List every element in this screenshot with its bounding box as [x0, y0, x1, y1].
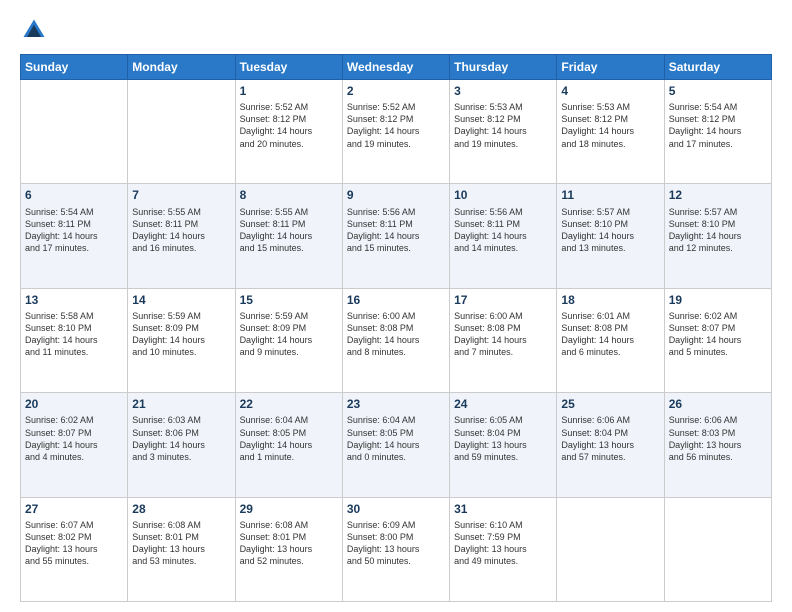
day-number: 4Sunrise: 5:53 AMSunset: 8:12 PMDaylight… — [561, 83, 659, 149]
day-number: 24Sunrise: 6:05 AMSunset: 8:04 PMDayligh… — [454, 396, 552, 462]
calendar-header-thursday: Thursday — [450, 55, 557, 80]
calendar-cell: 19Sunrise: 6:02 AMSunset: 8:07 PMDayligh… — [664, 288, 771, 392]
day-number: 28Sunrise: 6:08 AMSunset: 8:01 PMDayligh… — [132, 501, 230, 567]
calendar-cell — [664, 497, 771, 601]
day-number: 22Sunrise: 6:04 AMSunset: 8:05 PMDayligh… — [240, 396, 338, 462]
day-number: 23Sunrise: 6:04 AMSunset: 8:05 PMDayligh… — [347, 396, 445, 462]
calendar-cell — [557, 497, 664, 601]
day-number: 30Sunrise: 6:09 AMSunset: 8:00 PMDayligh… — [347, 501, 445, 567]
calendar-cell: 5Sunrise: 5:54 AMSunset: 8:12 PMDaylight… — [664, 80, 771, 184]
calendar-cell: 17Sunrise: 6:00 AMSunset: 8:08 PMDayligh… — [450, 288, 557, 392]
calendar-cell: 31Sunrise: 6:10 AMSunset: 7:59 PMDayligh… — [450, 497, 557, 601]
calendar-cell: 15Sunrise: 5:59 AMSunset: 8:09 PMDayligh… — [235, 288, 342, 392]
day-number: 29Sunrise: 6:08 AMSunset: 8:01 PMDayligh… — [240, 501, 338, 567]
calendar-cell: 23Sunrise: 6:04 AMSunset: 8:05 PMDayligh… — [342, 393, 449, 497]
day-number: 21Sunrise: 6:03 AMSunset: 8:06 PMDayligh… — [132, 396, 230, 462]
day-number: 3Sunrise: 5:53 AMSunset: 8:12 PMDaylight… — [454, 83, 552, 149]
day-number: 11Sunrise: 5:57 AMSunset: 8:10 PMDayligh… — [561, 187, 659, 253]
calendar-cell: 22Sunrise: 6:04 AMSunset: 8:05 PMDayligh… — [235, 393, 342, 497]
calendar-table: SundayMondayTuesdayWednesdayThursdayFrid… — [20, 54, 772, 602]
calendar-cell: 2Sunrise: 5:52 AMSunset: 8:12 PMDaylight… — [342, 80, 449, 184]
day-number: 20Sunrise: 6:02 AMSunset: 8:07 PMDayligh… — [25, 396, 123, 462]
calendar-week-3: 13Sunrise: 5:58 AMSunset: 8:10 PMDayligh… — [21, 288, 772, 392]
calendar-cell: 6Sunrise: 5:54 AMSunset: 8:11 PMDaylight… — [21, 184, 128, 288]
calendar-cell: 27Sunrise: 6:07 AMSunset: 8:02 PMDayligh… — [21, 497, 128, 601]
day-number: 19Sunrise: 6:02 AMSunset: 8:07 PMDayligh… — [669, 292, 767, 358]
calendar-cell: 1Sunrise: 5:52 AMSunset: 8:12 PMDaylight… — [235, 80, 342, 184]
calendar-header-friday: Friday — [557, 55, 664, 80]
calendar-week-5: 27Sunrise: 6:07 AMSunset: 8:02 PMDayligh… — [21, 497, 772, 601]
calendar-cell: 12Sunrise: 5:57 AMSunset: 8:10 PMDayligh… — [664, 184, 771, 288]
calendar-week-1: 1Sunrise: 5:52 AMSunset: 8:12 PMDaylight… — [21, 80, 772, 184]
calendar-cell: 16Sunrise: 6:00 AMSunset: 8:08 PMDayligh… — [342, 288, 449, 392]
calendar-cell: 8Sunrise: 5:55 AMSunset: 8:11 PMDaylight… — [235, 184, 342, 288]
day-number: 31Sunrise: 6:10 AMSunset: 7:59 PMDayligh… — [454, 501, 552, 567]
day-number: 17Sunrise: 6:00 AMSunset: 8:08 PMDayligh… — [454, 292, 552, 358]
day-number: 12Sunrise: 5:57 AMSunset: 8:10 PMDayligh… — [669, 187, 767, 253]
calendar-cell: 26Sunrise: 6:06 AMSunset: 8:03 PMDayligh… — [664, 393, 771, 497]
calendar-cell: 10Sunrise: 5:56 AMSunset: 8:11 PMDayligh… — [450, 184, 557, 288]
calendar-header-wednesday: Wednesday — [342, 55, 449, 80]
day-number: 2Sunrise: 5:52 AMSunset: 8:12 PMDaylight… — [347, 83, 445, 149]
calendar-header-tuesday: Tuesday — [235, 55, 342, 80]
day-number: 7Sunrise: 5:55 AMSunset: 8:11 PMDaylight… — [132, 187, 230, 253]
calendar-header-saturday: Saturday — [664, 55, 771, 80]
calendar-week-4: 20Sunrise: 6:02 AMSunset: 8:07 PMDayligh… — [21, 393, 772, 497]
day-number: 1Sunrise: 5:52 AMSunset: 8:12 PMDaylight… — [240, 83, 338, 149]
calendar-cell: 11Sunrise: 5:57 AMSunset: 8:10 PMDayligh… — [557, 184, 664, 288]
calendar-page: SundayMondayTuesdayWednesdayThursdayFrid… — [0, 0, 792, 612]
calendar-cell — [128, 80, 235, 184]
day-number: 6Sunrise: 5:54 AMSunset: 8:11 PMDaylight… — [25, 187, 123, 253]
calendar-cell: 28Sunrise: 6:08 AMSunset: 8:01 PMDayligh… — [128, 497, 235, 601]
calendar-cell: 7Sunrise: 5:55 AMSunset: 8:11 PMDaylight… — [128, 184, 235, 288]
day-number: 16Sunrise: 6:00 AMSunset: 8:08 PMDayligh… — [347, 292, 445, 358]
calendar-cell: 20Sunrise: 6:02 AMSunset: 8:07 PMDayligh… — [21, 393, 128, 497]
header — [20, 16, 772, 44]
calendar-cell: 30Sunrise: 6:09 AMSunset: 8:00 PMDayligh… — [342, 497, 449, 601]
calendar-header-monday: Monday — [128, 55, 235, 80]
day-number: 27Sunrise: 6:07 AMSunset: 8:02 PMDayligh… — [25, 501, 123, 567]
day-number: 13Sunrise: 5:58 AMSunset: 8:10 PMDayligh… — [25, 292, 123, 358]
day-number: 10Sunrise: 5:56 AMSunset: 8:11 PMDayligh… — [454, 187, 552, 253]
day-number: 18Sunrise: 6:01 AMSunset: 8:08 PMDayligh… — [561, 292, 659, 358]
calendar-cell: 29Sunrise: 6:08 AMSunset: 8:01 PMDayligh… — [235, 497, 342, 601]
logo-icon — [20, 16, 48, 44]
day-number: 14Sunrise: 5:59 AMSunset: 8:09 PMDayligh… — [132, 292, 230, 358]
day-number: 9Sunrise: 5:56 AMSunset: 8:11 PMDaylight… — [347, 187, 445, 253]
calendar-cell: 21Sunrise: 6:03 AMSunset: 8:06 PMDayligh… — [128, 393, 235, 497]
day-number: 26Sunrise: 6:06 AMSunset: 8:03 PMDayligh… — [669, 396, 767, 462]
calendar-week-2: 6Sunrise: 5:54 AMSunset: 8:11 PMDaylight… — [21, 184, 772, 288]
calendar-header-row: SundayMondayTuesdayWednesdayThursdayFrid… — [21, 55, 772, 80]
calendar-cell: 3Sunrise: 5:53 AMSunset: 8:12 PMDaylight… — [450, 80, 557, 184]
calendar-cell: 24Sunrise: 6:05 AMSunset: 8:04 PMDayligh… — [450, 393, 557, 497]
day-number: 5Sunrise: 5:54 AMSunset: 8:12 PMDaylight… — [669, 83, 767, 149]
calendar-cell: 25Sunrise: 6:06 AMSunset: 8:04 PMDayligh… — [557, 393, 664, 497]
calendar-header-sunday: Sunday — [21, 55, 128, 80]
calendar-cell: 13Sunrise: 5:58 AMSunset: 8:10 PMDayligh… — [21, 288, 128, 392]
calendar-cell: 18Sunrise: 6:01 AMSunset: 8:08 PMDayligh… — [557, 288, 664, 392]
day-number: 25Sunrise: 6:06 AMSunset: 8:04 PMDayligh… — [561, 396, 659, 462]
day-number: 15Sunrise: 5:59 AMSunset: 8:09 PMDayligh… — [240, 292, 338, 358]
calendar-cell: 9Sunrise: 5:56 AMSunset: 8:11 PMDaylight… — [342, 184, 449, 288]
calendar-cell — [21, 80, 128, 184]
day-number: 8Sunrise: 5:55 AMSunset: 8:11 PMDaylight… — [240, 187, 338, 253]
logo — [20, 16, 52, 44]
calendar-cell: 14Sunrise: 5:59 AMSunset: 8:09 PMDayligh… — [128, 288, 235, 392]
calendar-cell: 4Sunrise: 5:53 AMSunset: 8:12 PMDaylight… — [557, 80, 664, 184]
